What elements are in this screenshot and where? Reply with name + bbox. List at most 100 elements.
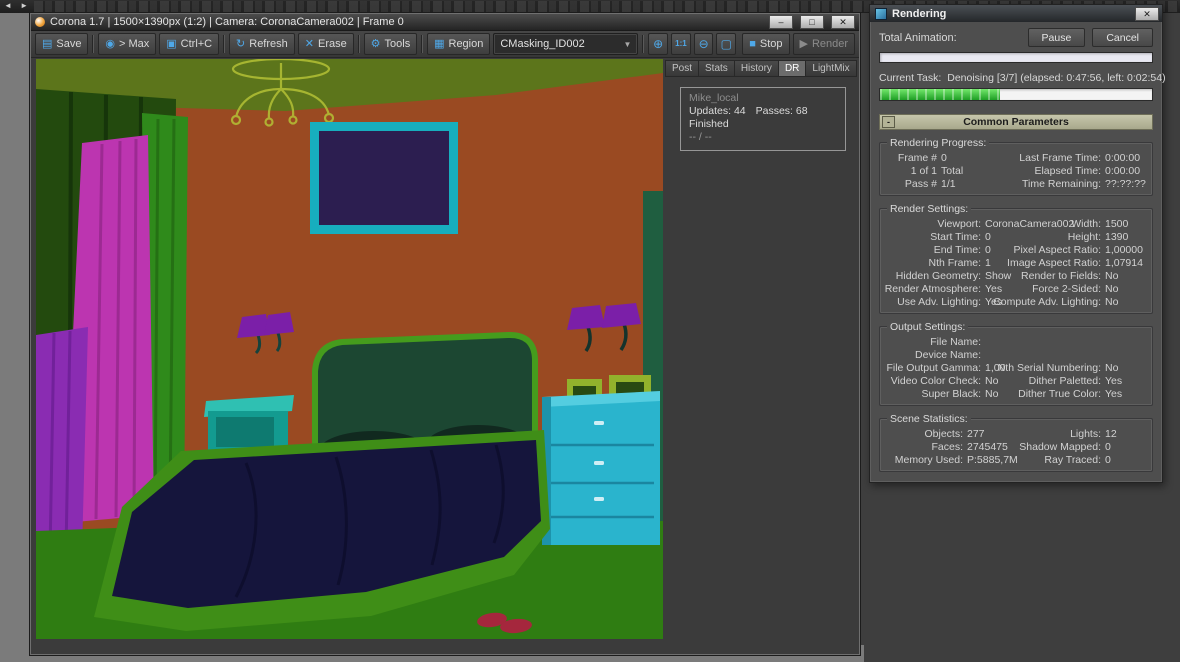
save-button[interactable]: ▤ Save xyxy=(35,33,89,55)
vfb-tab[interactable]: DR xyxy=(778,60,807,77)
stop-button[interactable]: ■ Stop xyxy=(742,33,790,55)
rendering-dialog-titlebar[interactable]: Rendering ✕ xyxy=(870,5,1162,22)
pause-button[interactable]: Pause xyxy=(1027,28,1086,47)
dr-updates-line: Updates: 44 Passes: 68 xyxy=(689,105,837,118)
output-row: Device Name: xyxy=(885,349,1147,362)
vfb-tab[interactable]: Stats xyxy=(699,60,735,77)
rollout-title: Common Parameters xyxy=(963,116,1069,128)
copy-button[interactable]: ▣ Ctrl+C xyxy=(159,33,220,55)
field-value: Yes xyxy=(985,283,1003,295)
field-label: Device Name: xyxy=(915,349,981,361)
rendering-dialog-body: Total Animation: Pause Cancel Current Ta… xyxy=(870,22,1166,482)
field-label: Use Adv. Lighting: xyxy=(897,296,981,308)
current-task-progress-fill xyxy=(880,89,1000,100)
tools-icon: ⚙ xyxy=(370,37,381,50)
dr-passes: Passes: 68 xyxy=(755,105,808,117)
field-value: No xyxy=(1105,362,1119,374)
maximize-button[interactable]: □ xyxy=(800,15,824,29)
tools-button[interactable]: ⚙ Tools xyxy=(363,33,418,55)
save-icon: ▤ xyxy=(42,37,53,50)
field-label: End Time: xyxy=(933,244,981,256)
field-label: Time Remaining: xyxy=(1022,178,1101,190)
field-value: Total xyxy=(941,165,964,177)
field-label: Video Color Check: xyxy=(890,375,981,387)
field-value: 0 xyxy=(985,231,991,243)
field-value: No xyxy=(1105,270,1119,282)
vfb-tab[interactable]: History xyxy=(734,60,779,77)
minimize-button[interactable]: – xyxy=(769,15,793,29)
field-value: 277 xyxy=(967,428,985,440)
field-label: Hidden Geometry: xyxy=(895,270,981,282)
vfb-tab[interactable]: LightMix xyxy=(806,60,857,77)
field-value: No xyxy=(985,375,999,387)
render-settings-group: Render Settings: Viewport: CoronaCamera0… xyxy=(879,203,1153,314)
rendering-dialog: Rendering ✕ Total Animation: Pause Cance… xyxy=(869,4,1166,483)
vfb-toolbar: ▤ Save ◉ > Max ▣ Ctrl+C ↻ Refresh ✕ Eras… xyxy=(31,31,859,58)
field-value: 0 xyxy=(1105,441,1111,453)
zoom-fit-button[interactable]: ▢ xyxy=(716,33,737,55)
output-row: File Output Gamma: 1,00 Nth Serial Numbe… xyxy=(885,362,1147,375)
field-value: CoronaCamera002 xyxy=(985,218,1075,230)
mask-selector-dropdown[interactable]: CMasking_ID002 ▼ xyxy=(493,33,639,55)
erase-button[interactable]: ✕ Erase xyxy=(297,33,354,55)
vfb-right-panel: Post Stats History DR LightMix Mike_loca… xyxy=(663,58,859,151)
field-label: Frame # xyxy=(897,152,937,164)
window-title: Corona 1.7 | 1500×1390px (1:2) | Camera:… xyxy=(50,16,404,28)
field-value: 0 xyxy=(1105,454,1111,466)
region-label: Region xyxy=(448,38,484,50)
field-value: 0:00:00 xyxy=(1105,152,1141,164)
settings-row: Render Atmosphere: Yes Force 2-Sided: No xyxy=(885,283,1147,296)
stop-icon: ■ xyxy=(749,37,756,50)
collapse-button[interactable]: - xyxy=(882,116,895,128)
corona-titlebar[interactable]: Corona 1.7 | 1500×1390px (1:2) | Camera:… xyxy=(31,14,859,31)
total-animation-row: Total Animation: Pause Cancel xyxy=(879,28,1153,47)
field-value: 1 xyxy=(985,257,991,269)
vfb-tab[interactable]: Post xyxy=(665,60,700,77)
field-value: Yes xyxy=(1105,375,1123,387)
toolbar-separator xyxy=(642,35,645,53)
field-label: Render Atmosphere: xyxy=(884,283,981,295)
dialog-close-button[interactable]: ✕ xyxy=(1135,6,1159,21)
render-icon: ▶ xyxy=(799,37,808,50)
stop-label: Stop xyxy=(759,38,783,50)
field-value: No xyxy=(985,388,999,400)
settings-row: Nth Frame: 1 Image Aspect Ratio: 1,07914 xyxy=(885,257,1147,270)
group-title: Output Settings: xyxy=(887,321,969,333)
group-title: Rendering Progress: xyxy=(887,137,990,149)
refresh-button[interactable]: ↻ Refresh xyxy=(229,33,295,55)
field-label: Start Time: xyxy=(930,231,981,243)
render-button[interactable]: ▶ Render xyxy=(792,33,856,55)
region-icon: ▦ xyxy=(434,37,445,50)
max-viewport-edge-left xyxy=(0,13,30,662)
refresh-icon: ↻ xyxy=(236,37,246,50)
common-parameters-rollout[interactable]: - Common Parameters xyxy=(879,114,1153,130)
field-value: 1/1 xyxy=(941,178,956,190)
field-label: Pixel Aspect Ratio: xyxy=(1013,244,1101,256)
zoom-actual-button[interactable]: 1:1 xyxy=(671,33,691,55)
render-viewport[interactable] xyxy=(36,59,663,639)
group-title: Scene Statistics: xyxy=(887,413,971,425)
toolbar-separator xyxy=(421,35,424,53)
field-value: ??:??:?? xyxy=(1105,178,1146,190)
field-label: Pass # xyxy=(904,178,937,190)
settings-row: Viewport: CoronaCamera002 Width: 1500 xyxy=(885,218,1147,231)
field-label: Objects: xyxy=(924,428,963,440)
mask-selector-value: CMasking_ID002 xyxy=(500,38,585,50)
zoom-out-button[interactable]: ⊖ xyxy=(693,33,714,55)
total-animation-progressbar xyxy=(879,52,1153,63)
field-value: 0 xyxy=(985,244,991,256)
field-value: 1,00000 xyxy=(1105,244,1143,256)
field-value: Yes xyxy=(1105,388,1123,400)
max-icon: ◉ xyxy=(105,37,115,50)
close-button[interactable]: ✕ xyxy=(831,15,855,29)
corona-vfb-window: Corona 1.7 | 1500×1390px (1:2) | Camera:… xyxy=(30,13,860,655)
field-label: Last Frame Time: xyxy=(1019,152,1101,164)
current-task-value: Denoising [3/7] (elapsed: 0:47:56, left:… xyxy=(947,72,1166,84)
zoom-in-button[interactable]: ⊕ xyxy=(648,33,669,55)
region-button[interactable]: ▦ Region xyxy=(427,33,491,55)
send-to-max-button[interactable]: ◉ > Max xyxy=(98,33,157,55)
cancel-button[interactable]: Cancel xyxy=(1092,28,1153,47)
field-value: P:5885,7M xyxy=(967,454,1018,466)
progress-row: Pass # 1/1 Time Remaining: ??:??:?? xyxy=(885,178,1147,191)
statistics-row: Memory Used: P:5885,7M Ray Traced: 0 xyxy=(885,454,1147,467)
